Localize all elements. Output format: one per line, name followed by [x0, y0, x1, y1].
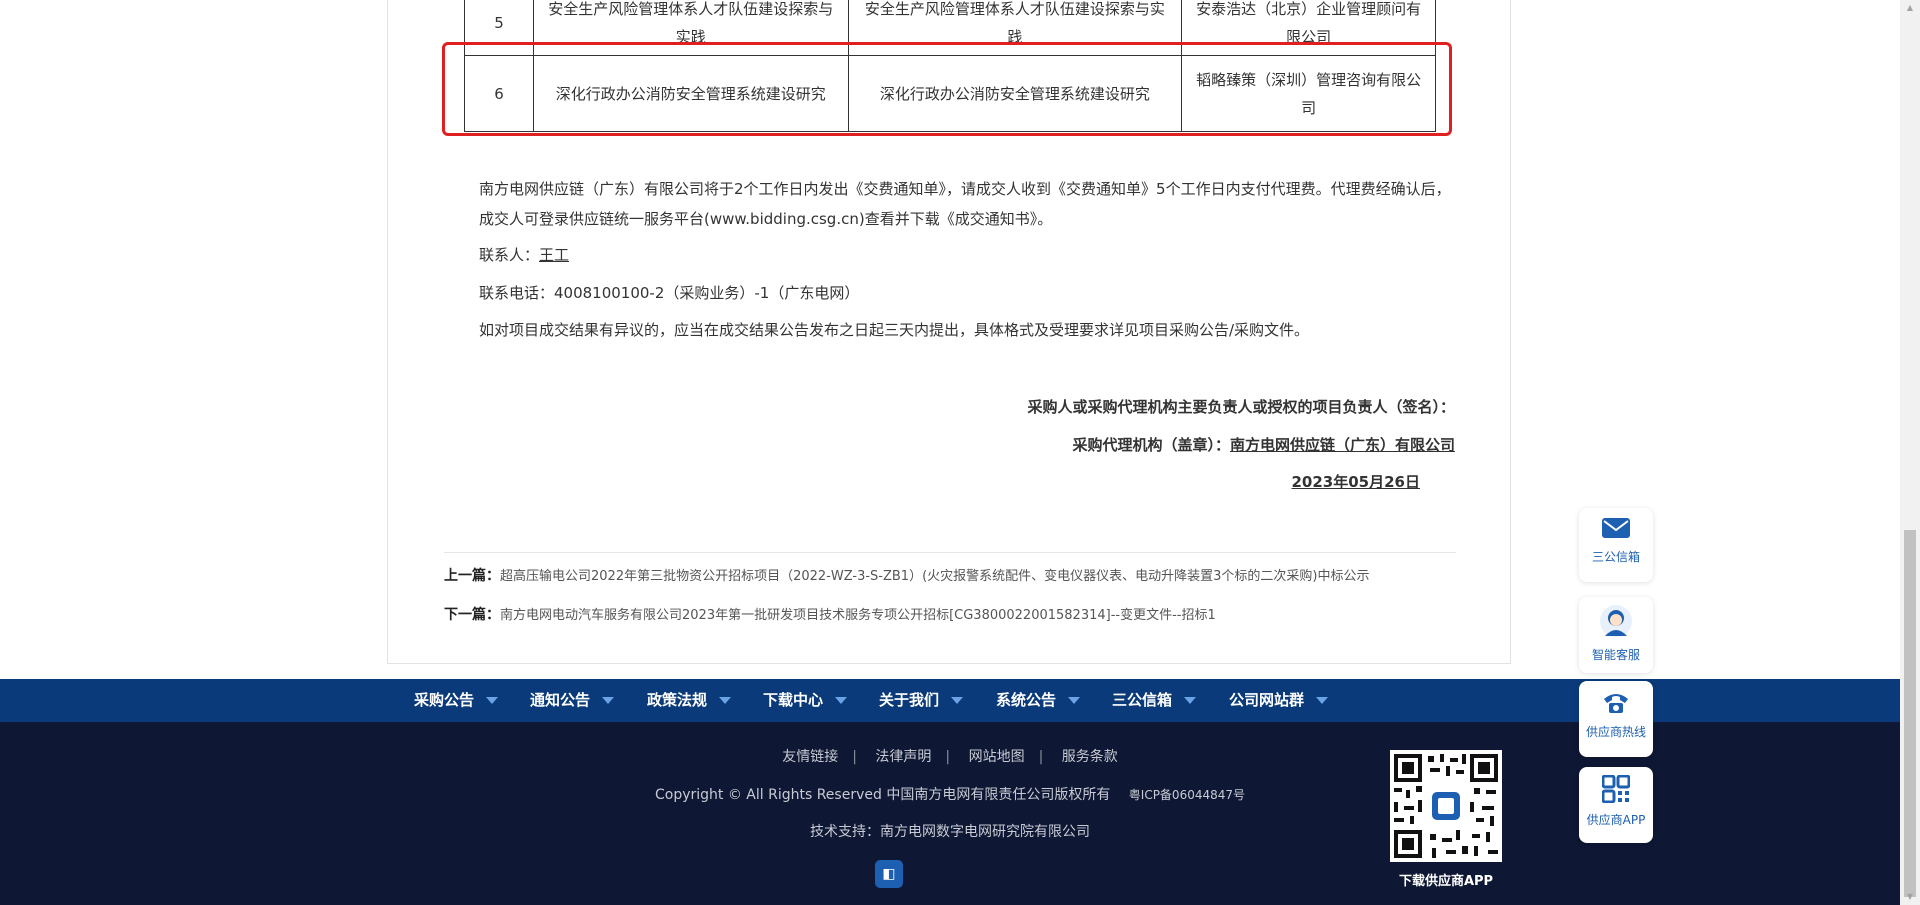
divider	[444, 552, 1456, 553]
phone-line: 联系电话：4008100100-2（采购业务）-1（广东电网）	[479, 284, 860, 302]
agency-label: 采购代理机构（盖章）：	[1072, 436, 1230, 454]
menu-item-system[interactable]: 系统公告	[996, 679, 1081, 722]
side-label: 智能客服	[1591, 648, 1640, 662]
notice-paragraph: 南方电网供应链（广东）有限公司将于2个工作日内发出《交费通知单》，请成交人收到《…	[479, 180, 1451, 228]
chevron-down-icon	[1184, 697, 1197, 704]
footer-link-friends[interactable]: 友情链接	[782, 749, 838, 765]
contact-line: 联系人：王工	[444, 240, 1456, 270]
next-label: 下一篇：	[444, 607, 500, 623]
footer-link-legal[interactable]: 法律声明	[875, 749, 931, 765]
chevron-down-icon	[486, 697, 499, 704]
menu-item-procurement[interactable]: 采购公告	[414, 679, 499, 722]
side-button-chat[interactable]: 智能客服	[1579, 597, 1653, 673]
prev-title[interactable]: 超高压输电公司2022年第三批物资公开招标项目（2022-WZ-3-S-ZB1）…	[500, 569, 1370, 584]
qr-label: 下载供应商APP	[1398, 874, 1494, 889]
chevron-down-icon	[835, 697, 848, 704]
chevron-down-icon	[1068, 697, 1081, 704]
side-button-hotline[interactable]: 供应商热线	[1579, 681, 1653, 757]
highlight-annotation	[442, 42, 1452, 136]
agency-name: 南方电网供应链（广东）有限公司	[1229, 436, 1455, 454]
signature-line: 采购人或采购代理机构主要负责人或授权的项目负责人（签名）：	[1027, 398, 1455, 416]
prev-article[interactable]: 上一篇：超高压输电公司2022年第三批物资公开招标项目（2022-WZ-3-S-…	[444, 565, 1370, 585]
footer-link-terms[interactable]: 服务条款	[1062, 749, 1118, 765]
side-label: 供应商热线	[1585, 725, 1646, 739]
menu-item-mailbox[interactable]: 三公信箱	[1112, 679, 1197, 722]
menu-item-notice[interactable]: 通知公告	[530, 679, 615, 722]
chevron-down-icon	[1316, 697, 1329, 704]
chevron-down-icon	[951, 697, 964, 704]
menu-item-download[interactable]: 下载中心	[763, 679, 848, 722]
signature-date: 2023年05月26日	[1291, 473, 1421, 491]
scroll-up-icon[interactable]: ▲	[1900, 0, 1920, 16]
qr-app-icon	[1601, 774, 1631, 804]
scrollbar-thumb[interactable]	[1904, 530, 1916, 897]
side-button-mailbox[interactable]: 三公信箱	[1579, 508, 1653, 582]
next-article[interactable]: 下一篇：南方电网电动汽车服务有限公司2023年第一批研发项目技术服务专项公开招标…	[444, 604, 1216, 624]
menu-item-policy[interactable]: 政策法规	[647, 679, 732, 722]
contact-name[interactable]: 王工	[539, 246, 569, 264]
phone-icon	[1604, 694, 1628, 713]
contact-label: 联系人：	[479, 246, 540, 264]
side-button-app[interactable]: 供应商APP	[1579, 767, 1653, 843]
icp-number[interactable]: 粤ICP备06044847号	[1129, 788, 1245, 802]
copyright: Copyright © All Rights Reserved 中国南方电网有限…	[654, 787, 1111, 803]
menu-item-about[interactable]: 关于我们	[879, 679, 964, 722]
csg-logo-icon: ◧	[875, 860, 903, 888]
mail-icon	[1602, 518, 1630, 538]
footer-link-sitemap[interactable]: 网站地图	[969, 749, 1025, 765]
side-label: 供应商APP	[1586, 813, 1646, 827]
side-label: 三公信箱	[1591, 550, 1640, 564]
chevron-down-icon	[602, 697, 615, 704]
customer-service-icon	[1600, 605, 1632, 637]
prev-label: 上一篇：	[444, 568, 500, 584]
next-title[interactable]: 南方电网电动汽车服务有限公司2023年第一批研发项目技术服务专项公开招标[CG3…	[500, 608, 1216, 623]
objection-line: 如对项目成交结果有异议的，应当在成交结果公告发布之日起三天内提出，具体格式及受理…	[479, 321, 1310, 339]
scroll-down-icon[interactable]: ▼	[1900, 889, 1920, 905]
qr-code-icon	[1390, 750, 1502, 862]
chevron-down-icon	[719, 697, 732, 704]
agency-line: 采购代理机构（盖章）：南方电网供应链（广东）有限公司	[1072, 434, 1455, 455]
page-scrollbar[interactable]: ▲ ▼	[1900, 0, 1920, 905]
menu-item-sites[interactable]: 公司网站群	[1229, 679, 1329, 722]
